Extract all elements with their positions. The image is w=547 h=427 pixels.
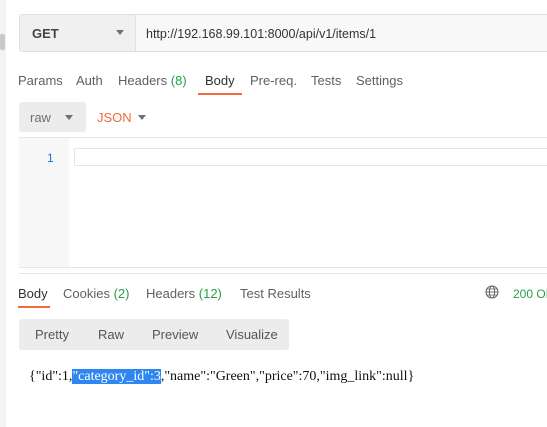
body-type-label: raw xyxy=(30,110,51,125)
view-pretty-button[interactable]: Pretty xyxy=(35,327,69,342)
resp-tab-headers-label: Headers xyxy=(146,286,196,301)
response-body-suffix: ,"name":"Green","price":70,"img_link":nu… xyxy=(160,369,415,384)
tab-settings[interactable]: Settings xyxy=(356,73,403,88)
method-label: GET xyxy=(32,26,59,41)
line-number: 1 xyxy=(47,151,54,165)
response-body-selection: "category_id":3 xyxy=(72,369,161,384)
view-preview-button[interactable]: Preview xyxy=(152,327,198,342)
view-visualize-button[interactable]: Visualize xyxy=(226,327,278,342)
tab-prereq[interactable]: Pre-req. xyxy=(250,73,297,88)
chevron-down-icon[interactable] xyxy=(138,115,146,120)
resp-tab-cookies[interactable]: Cookies (2) xyxy=(63,286,129,301)
left-scrollbar-thumb[interactable] xyxy=(0,34,5,50)
url-text: http://192.168.99.101:8000/api/v1/items/… xyxy=(146,27,377,41)
view-raw-button[interactable]: Raw xyxy=(98,327,124,342)
active-resp-tab-indicator xyxy=(18,306,50,308)
resp-tab-headers[interactable]: Headers (12) xyxy=(146,286,222,301)
divider xyxy=(19,273,547,274)
resp-tab-test-results[interactable]: Test Results xyxy=(240,286,311,301)
response-body-prefix: {"id":1, xyxy=(29,369,73,384)
response-body[interactable]: {"id":1,"category_id":3,"name":"Green","… xyxy=(29,369,414,385)
body-format-select[interactable]: JSON xyxy=(97,110,132,125)
tab-headers-count: (8) xyxy=(170,73,187,88)
active-tab-indicator xyxy=(198,93,242,95)
left-scrollbar[interactable] xyxy=(0,0,6,427)
chevron-down-icon[interactable] xyxy=(65,115,73,120)
resp-tab-cookies-count: (2) xyxy=(113,286,130,301)
chevron-down-icon[interactable] xyxy=(116,30,124,35)
tab-body[interactable]: Body xyxy=(205,73,235,88)
resp-tab-cookies-label: Cookies xyxy=(63,286,110,301)
tab-auth[interactable]: Auth xyxy=(76,73,103,88)
editor-active-line[interactable] xyxy=(74,148,547,166)
resp-tab-body[interactable]: Body xyxy=(18,286,48,301)
tab-headers[interactable]: Headers (8) xyxy=(118,73,187,88)
tab-params[interactable]: Params xyxy=(18,73,63,88)
status-badge: 200 OK xyxy=(513,287,547,301)
globe-icon[interactable] xyxy=(485,285,499,302)
tab-tests[interactable]: Tests xyxy=(311,73,341,88)
tab-headers-label: Headers xyxy=(118,73,168,88)
resp-tab-headers-count: (12) xyxy=(198,286,222,301)
editor-gutter xyxy=(19,138,69,267)
